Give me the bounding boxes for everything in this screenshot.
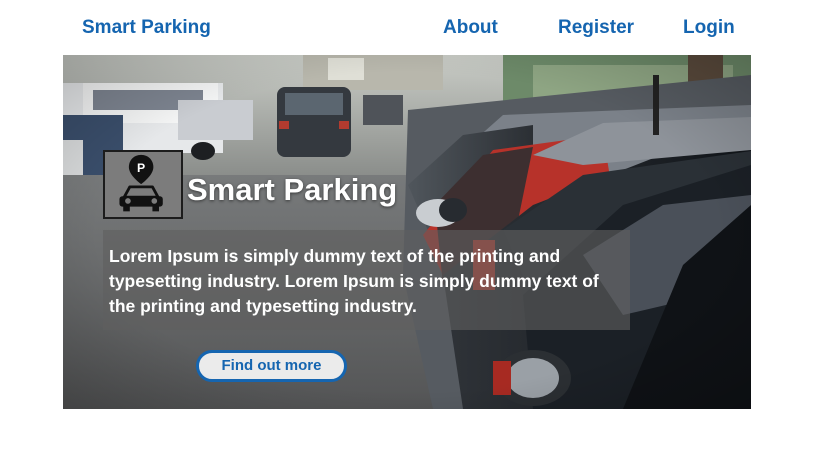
hero-description: Lorem Ipsum is simply dummy text of the …	[109, 246, 599, 316]
hero-banner: P Smart Parking Lorem Ipsum is simply du…	[63, 55, 751, 409]
description-box: Lorem Ipsum is simply dummy text of the …	[103, 230, 630, 330]
top-navigation: Smart Parking About Register Login	[0, 0, 819, 55]
nav-link-register[interactable]: Register	[558, 17, 634, 39]
nav-link-about[interactable]: About	[443, 17, 498, 39]
hero-title: Smart Parking	[187, 172, 398, 207]
nav-link-login[interactable]: Login	[683, 17, 735, 39]
svg-text:P: P	[137, 161, 145, 175]
find-out-more-button[interactable]: Find out more	[196, 350, 347, 382]
parking-car-pin-icon: P	[119, 154, 163, 212]
brand-link[interactable]: Smart Parking	[82, 17, 211, 39]
logo-box: P	[103, 150, 183, 219]
